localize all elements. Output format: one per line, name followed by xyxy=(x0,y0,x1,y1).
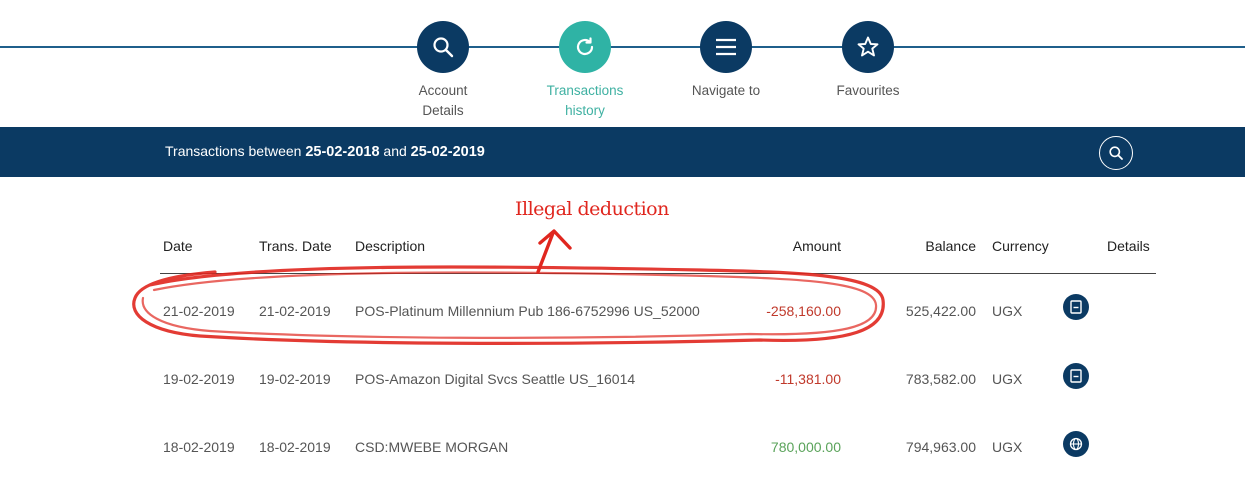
col-header-currency[interactable]: Currency xyxy=(992,238,1049,254)
nav-label-transactions-history: Transactions history xyxy=(546,83,624,118)
nav-transactions-history[interactable]: Transactions history xyxy=(525,21,645,121)
search-icon xyxy=(417,21,469,73)
cell-date: 21-02-2019 xyxy=(163,303,235,319)
nav-label-account-details: Account Details xyxy=(418,83,468,118)
details-button[interactable] xyxy=(1063,294,1089,320)
document-icon xyxy=(1070,300,1082,314)
menu-icon xyxy=(700,21,752,73)
date-range-bar: Transactions between 25-02-2018 and 25-0… xyxy=(0,127,1245,177)
cell-description: POS-Platinum Millennium Pub 186-6752996 … xyxy=(355,303,700,319)
col-header-description[interactable]: Description xyxy=(355,238,425,254)
cell-trans-date: 19-02-2019 xyxy=(259,371,331,387)
cell-currency: UGX xyxy=(992,439,1023,455)
history-icon xyxy=(559,21,611,73)
nav-label-favourites: Favourites xyxy=(836,83,900,98)
date-range-and: and xyxy=(383,143,407,159)
start-date[interactable]: 25-02-2018 xyxy=(305,144,379,160)
cell-date: 18-02-2019 xyxy=(163,439,235,455)
col-header-amount[interactable]: Amount xyxy=(741,238,841,254)
document-icon xyxy=(1070,369,1082,383)
end-date[interactable]: 25-02-2019 xyxy=(411,144,485,160)
details-button[interactable] xyxy=(1063,431,1089,457)
cell-currency: UGX xyxy=(992,371,1023,387)
cell-trans-date: 21-02-2019 xyxy=(259,303,331,319)
cell-currency: UGX xyxy=(992,303,1023,319)
cell-description: CSD:MWEBE MORGAN xyxy=(355,439,509,455)
cell-balance: 794,963.00 xyxy=(905,439,976,455)
bar-search-button[interactable] xyxy=(1099,136,1133,170)
globe-icon xyxy=(1069,437,1083,451)
cell-amount: -258,160.00 xyxy=(766,303,841,319)
col-header-details: Details xyxy=(1107,238,1150,254)
cell-date: 19-02-2019 xyxy=(163,371,235,387)
star-icon xyxy=(842,21,894,73)
date-range-prefix: Transactions between xyxy=(165,143,302,159)
cell-balance: 525,422.00 xyxy=(905,303,976,319)
col-header-balance[interactable]: Balance xyxy=(876,238,976,254)
nav-favourites[interactable]: Favourites xyxy=(808,21,928,101)
date-range-text: Transactions between 25-02-2018 and 25-0… xyxy=(165,143,485,160)
table-header-divider xyxy=(160,273,1156,274)
cell-balance: 783,582.00 xyxy=(905,371,976,387)
annotation-label: Illegal deduction xyxy=(515,198,669,220)
nav-label-navigate-to: Navigate to xyxy=(691,83,761,98)
cell-trans-date: 18-02-2019 xyxy=(259,439,331,455)
cell-amount: 780,000.00 xyxy=(770,439,841,455)
col-header-trans-date[interactable]: Trans. Date xyxy=(259,238,332,254)
nav-navigate-to[interactable]: Navigate to xyxy=(666,21,786,101)
search-icon xyxy=(1109,146,1123,160)
nav-account-details[interactable]: Account Details xyxy=(383,21,503,121)
details-button[interactable] xyxy=(1063,363,1089,389)
cell-amount: -11,381.00 xyxy=(775,371,841,387)
cell-description: POS-Amazon Digital Svcs Seattle US_16014 xyxy=(355,371,636,387)
col-header-date[interactable]: Date xyxy=(163,238,193,254)
